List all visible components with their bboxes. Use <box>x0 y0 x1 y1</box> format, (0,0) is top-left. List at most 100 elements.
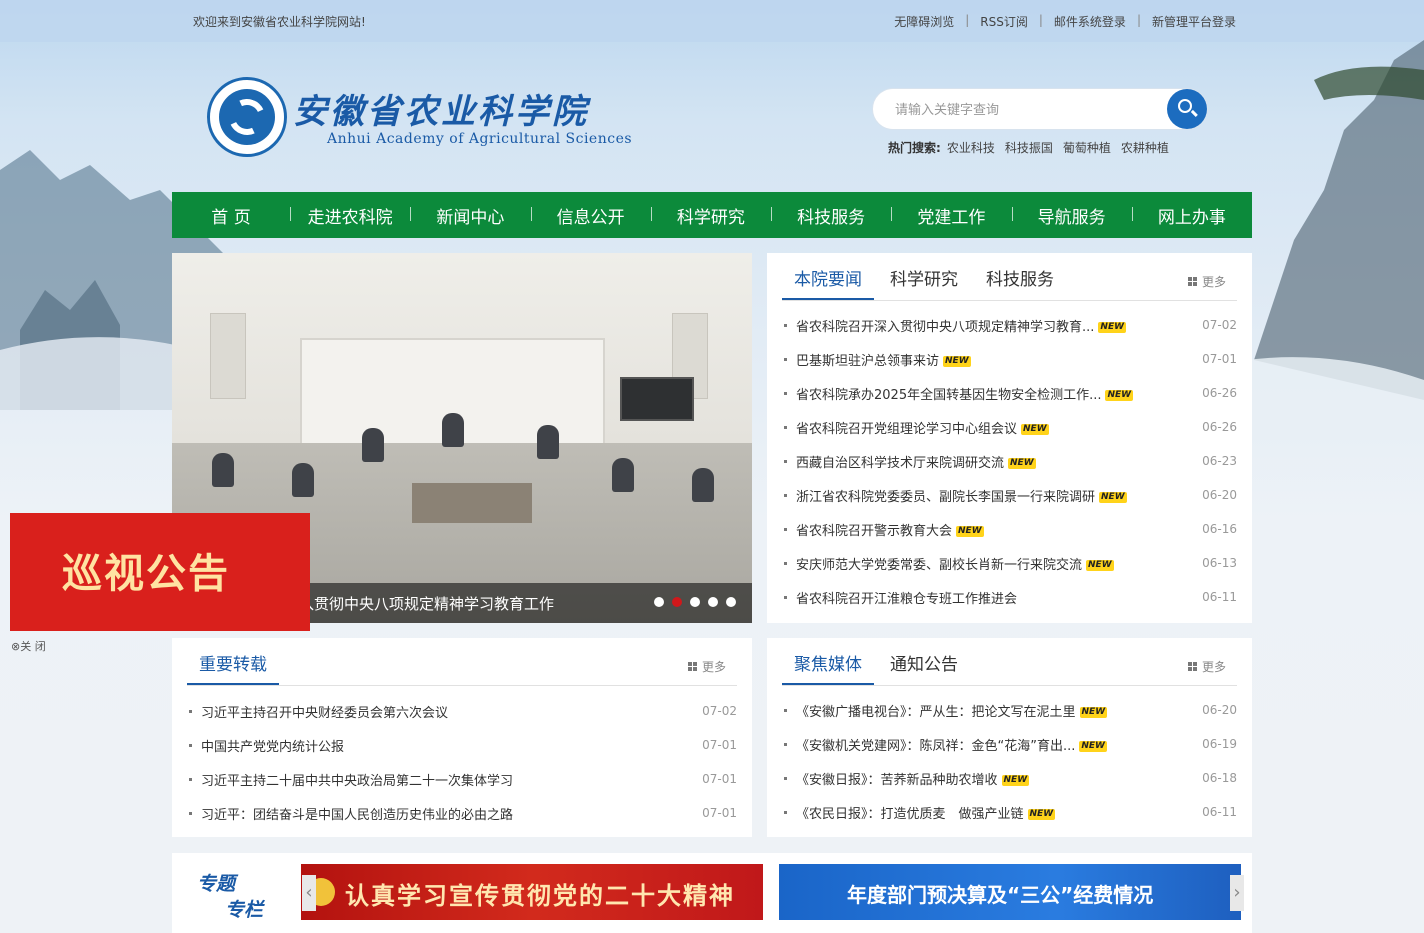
list-item[interactable]: 《安徽广播电视台》：严从生：把论文写在泥土里 NEW 06-20 <box>782 693 1237 727</box>
grid-icon <box>1187 277 1197 286</box>
list-item[interactable]: 省农科院承办2025年全国转基因生物安全检测工作... NEW 06-26 <box>782 376 1237 410</box>
new-badge: NEW <box>1001 774 1030 786</box>
hot-keyword[interactable]: 科技振国 <box>1005 139 1053 156</box>
tab-notices[interactable]: 通知公告 <box>878 650 970 685</box>
site-title-cn: 安徽省农业科学院 <box>293 92 589 132</box>
topic-banner-text: 认真学习宣传贯彻党的二十大精神 <box>345 881 735 910</box>
hot-search: 热门搜索: 农业科技 科技振国 葡萄种植 农耕种植 <box>888 139 1179 156</box>
new-badge: NEW <box>1079 740 1107 752</box>
more-link[interactable]: 更多 <box>1187 658 1226 675</box>
search-button[interactable] <box>1167 89 1207 129</box>
nav-online[interactable]: 网上办事 <box>1131 203 1252 228</box>
topic-banner-text: 年度部门预决算及“三公”经费情况 <box>847 883 1154 907</box>
list-item[interactable]: 习近平主持召开中央财经委员会第六次会议 07-02 <box>187 694 737 728</box>
nav-guide[interactable]: 导航服务 <box>1011 203 1132 228</box>
new-badge: NEW <box>1027 808 1056 820</box>
topic-banner-congress[interactable]: 认真学习宣传贯彻党的二十大精神 <box>301 864 763 920</box>
site-title-en: Anhui Academy of Agricultural Sciences <box>327 131 633 147</box>
list-item[interactable]: 省农科院召开江淮粮仓专班工作推进会 06-11 <box>782 580 1237 614</box>
news-list: 省农科院召开深入贯彻中央八项规定精神学习教育... NEW 07-02 巴基斯坦驻沪… <box>782 308 1237 614</box>
grid-icon <box>1187 662 1197 671</box>
grid-icon <box>687 662 697 671</box>
repost-tabs: 重要转载 <box>187 638 737 686</box>
top-bar: 欢迎来到安徽省农业科学院网站! 无障碍浏览 | RSS订阅 | 邮件系统登录 |… <box>0 0 1424 42</box>
slide-dots <box>646 597 736 607</box>
new-badge: NEW <box>1008 457 1036 469</box>
nav-about[interactable]: 走进农科院 <box>290 203 410 228</box>
list-item[interactable]: 安庆师范大学党委常委、副校长肖新一行来院交流 NEW 06-13 <box>782 546 1237 580</box>
special-topics: 专题 专栏 认真学习宣传贯彻党的二十大精神 年度部门预决算及“三公”经费情况 ‹… <box>172 853 1252 933</box>
accessibility-link[interactable]: 无障碍浏览 <box>894 13 954 30</box>
search-box <box>872 88 1208 130</box>
new-badge: NEW <box>1079 706 1108 718</box>
close-button[interactable]: ⊗关 闭 <box>11 638 46 654</box>
main-nav: 首 页 走进农科院 新闻中心 信息公开 科学研究 科技服务 党建工作 导航服务 … <box>172 192 1252 238</box>
nav-services[interactable]: 科技服务 <box>771 203 891 228</box>
hot-keyword[interactable]: 农业科技 <box>947 139 995 156</box>
topic-banner-budget[interactable]: 年度部门预决算及“三公”经费情况 <box>779 864 1241 920</box>
media-tabs: 聚焦媒体 通知公告 <box>782 638 1237 686</box>
special-label: 专题 <box>197 873 236 895</box>
admin-login-link[interactable]: 新管理平台登录 <box>1152 13 1236 30</box>
list-item[interactable]: 省农科院召开党组理论学习中心组会议 NEW 06-26 <box>782 410 1237 444</box>
separator: | <box>1038 13 1043 27</box>
search-input[interactable] <box>895 99 1145 121</box>
inspection-notice-banner[interactable]: 巡视公告 <box>10 513 310 631</box>
slide-dot[interactable] <box>708 597 718 607</box>
slide-dot[interactable] <box>726 597 736 607</box>
list-item[interactable]: 《安徽日报》：苦荞新品种助农增收 NEW 06-18 <box>782 761 1237 795</box>
welcome-text: 欢迎来到安徽省农业科学院网站! <box>193 15 366 29</box>
rss-link[interactable]: RSS订阅 <box>980 13 1028 30</box>
chevron-right-icon[interactable]: › <box>1230 875 1244 911</box>
new-badge: NEW <box>943 355 971 367</box>
slide-dot[interactable] <box>690 597 700 607</box>
logo-emblem <box>219 89 275 145</box>
top-links: 无障碍浏览 | RSS订阅 | 邮件系统登录 | 新管理平台登录 <box>894 13 1236 30</box>
list-item[interactable]: 《农民日报》：打造优质麦 做强产业链 NEW 06-11 <box>782 795 1237 829</box>
nav-party[interactable]: 党建工作 <box>891 203 1011 228</box>
chevron-left-icon[interactable]: ‹ <box>302 875 316 911</box>
nav-news[interactable]: 新闻中心 <box>410 203 530 228</box>
tab-research[interactable]: 科学研究 <box>878 265 970 300</box>
separator: | <box>965 13 970 27</box>
hot-keyword[interactable]: 农耕种植 <box>1121 139 1169 156</box>
notice-text: 巡视公告 <box>62 550 230 597</box>
tv-screen <box>620 377 694 421</box>
list-item[interactable]: 浙江省农科院党委委员、副院长李国景一行来院调研 NEW 06-20 <box>782 478 1237 512</box>
tab-academy-news[interactable]: 本院要闻 <box>782 265 874 300</box>
nav-home[interactable]: 首 页 <box>172 203 290 228</box>
list-item[interactable]: 省农科院召开深入贯彻中央八项规定精神学习教育... NEW 07-02 <box>782 308 1237 342</box>
list-item[interactable]: 省农科院召开警示教育大会 NEW 06-16 <box>782 512 1237 546</box>
new-badge: NEW <box>956 525 984 537</box>
list-item[interactable]: 西藏自治区科学技术厅来院调研交流 NEW 06-23 <box>782 444 1237 478</box>
new-badge: NEW <box>1021 423 1049 435</box>
nav-research[interactable]: 科学研究 <box>650 203 771 228</box>
nav-disclosure[interactable]: 信息公开 <box>530 203 651 228</box>
list-item[interactable]: 巴基斯坦驻沪总领事来访 NEW 07-01 <box>782 342 1237 376</box>
slide-caption-text[interactable]: 入贯彻中央八项规定精神学习教育工作 <box>299 593 554 614</box>
more-link[interactable]: 更多 <box>1187 273 1226 290</box>
mail-login-link[interactable]: 邮件系统登录 <box>1054 13 1126 30</box>
special-label: 专栏 <box>225 899 264 921</box>
separator: | <box>1136 13 1141 27</box>
list-item[interactable]: 中国共产党党内统计公报 07-01 <box>187 728 737 762</box>
tab-services[interactable]: 科技服务 <box>974 265 1066 300</box>
list-item[interactable]: 《安徽机关党建网》：陈凤祥：金色“花海”育出... NEW 06-19 <box>782 727 1237 761</box>
new-badge: NEW <box>1099 491 1127 503</box>
new-badge: NEW <box>1105 389 1134 401</box>
list-item[interactable]: 习近平主持二十届中共中央政治局第二十一次集体学习 07-01 <box>187 762 737 796</box>
academy-logo[interactable] <box>207 77 287 157</box>
tab-media-focus[interactable]: 聚焦媒体 <box>782 650 874 685</box>
new-badge: NEW <box>1098 321 1127 333</box>
media-panel: 聚焦媒体 通知公告 更多 《安徽广播电视台》：严从生：把论文写在泥土里 NEW 06… <box>767 638 1252 837</box>
hot-keyword[interactable]: 葡萄种植 <box>1063 139 1111 156</box>
slide-dot-active[interactable] <box>672 597 682 607</box>
list-item[interactable]: 习近平：团结奋斗是中国人民创造历史伟业的必由之路 07-01 <box>187 796 737 830</box>
repost-panel: 重要转载 更多 习近平主持召开中央财经委员会第六次会议 07-02 中国共产党党内… <box>172 638 752 837</box>
media-list: 《安徽广播电视台》：严从生：把论文写在泥土里 NEW 06-20 《安徽机关党建网》… <box>782 693 1237 829</box>
tab-important-repost[interactable]: 重要转载 <box>187 650 279 685</box>
news-tabs: 本院要闻 科学研究 科技服务 <box>782 253 1237 301</box>
slide-dot[interactable] <box>654 597 664 607</box>
news-panel: 本院要闻 科学研究 科技服务 更多 省农科院召开深入贯彻中央八项规定精神学习教育… <box>767 253 1252 623</box>
more-link[interactable]: 更多 <box>687 658 726 675</box>
